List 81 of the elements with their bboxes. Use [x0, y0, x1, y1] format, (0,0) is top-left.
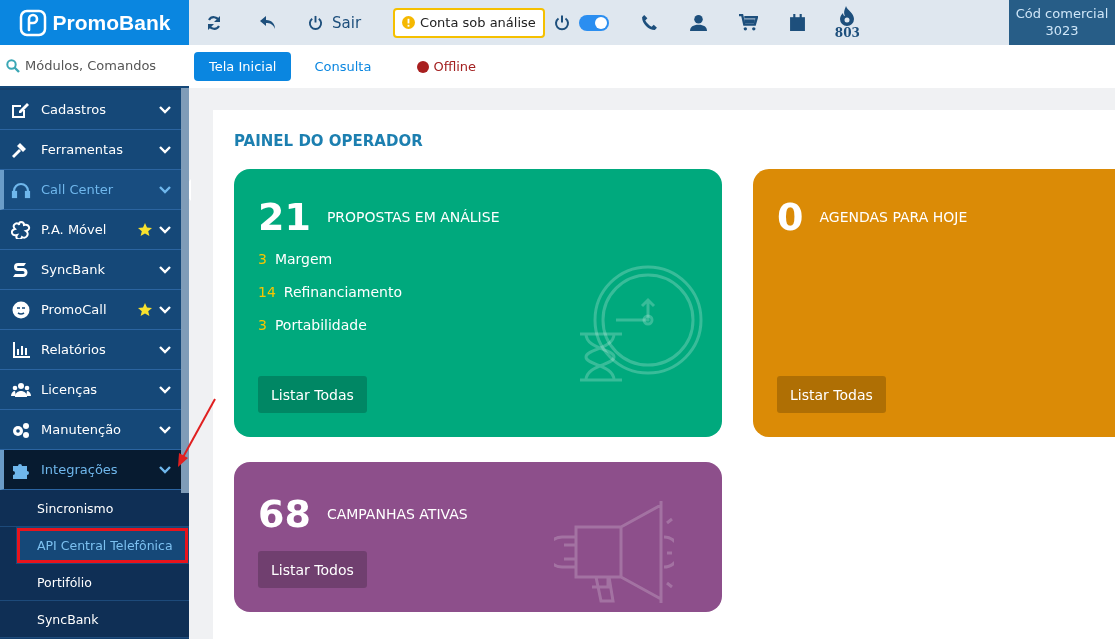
list-all-button[interactable]: Listar Todas [777, 376, 886, 413]
commercial-code-label: Cód comercial [1015, 5, 1109, 23]
logo-icon [18, 8, 47, 37]
line-count: 14 [258, 284, 276, 300]
chevron-down-icon [159, 425, 171, 434]
stat-count: 21 [258, 195, 311, 239]
panel-title: PAINEL DO OPERADOR [234, 132, 424, 150]
status-badge: Conta sob análise [393, 7, 545, 38]
line-count: 3 [258, 251, 267, 267]
menu-item-icon [11, 180, 31, 199]
sidebar-item[interactable]: SyncBank [0, 250, 181, 290]
chevron-down-icon [159, 225, 171, 234]
warning-icon [402, 16, 416, 29]
star-icon [138, 223, 152, 236]
sidebar-item[interactable]: Licenças [0, 370, 181, 410]
search-icon [6, 58, 20, 73]
power-icon [308, 15, 323, 30]
tab[interactable]: Tela Inicial [194, 52, 292, 81]
line-label: Margem [274, 251, 333, 267]
menu-item-icon [11, 420, 31, 439]
submenu-item[interactable]: Portifólio [0, 564, 189, 601]
online-toggle[interactable] [578, 14, 609, 31]
chevron-down-icon [159, 345, 171, 354]
chevron-down-icon [159, 465, 171, 474]
chevron-down-icon [159, 185, 171, 194]
phone-icon[interactable] [640, 14, 658, 31]
line-count: 3 [258, 317, 267, 333]
menu-item-icon [11, 340, 31, 359]
list-all-button[interactable]: Listar Todas [258, 376, 367, 413]
chevron-down-icon [159, 265, 171, 274]
sidebar-item[interactable]: Ferramentas [0, 130, 181, 170]
search-field[interactable]: Módulos, Comandos [23, 57, 187, 74]
sidebar-item-label: Manutenção [41, 422, 123, 437]
menu-item-icon [11, 220, 31, 239]
menu-item-icon [11, 380, 31, 399]
user-icon[interactable] [689, 14, 707, 31]
menu-item-icon [11, 100, 31, 119]
list-all-button[interactable]: Listar Todos [258, 551, 367, 588]
sidebar-item[interactable]: Integrações [0, 450, 181, 490]
menu-item-icon [11, 300, 31, 319]
submenu-item[interactable]: API Central Telefônica [16, 527, 189, 564]
cart-icon[interactable] [738, 14, 758, 31]
stat-count: 68 [258, 492, 311, 536]
chevron-down-icon [159, 105, 171, 114]
refresh-icon[interactable] [206, 14, 222, 31]
power-icon [553, 14, 570, 31]
line-label: Refinanciamento [283, 284, 403, 300]
sidebar-item-label: Relatórios [41, 342, 107, 357]
chevron-down-icon [159, 145, 171, 154]
sidebar-item[interactable]: Manutenção [0, 410, 181, 450]
chevron-down-icon [159, 305, 171, 314]
sidebar-item[interactable]: Relatórios [0, 330, 181, 370]
sidebar-item[interactable]: Cadastros [0, 90, 181, 130]
tab[interactable]: Consulta [299, 52, 387, 81]
sidebar-item-label: Licenças [41, 382, 99, 397]
sidebar-item-label: Ferramentas [41, 142, 124, 157]
clock-hourglass-icon [578, 264, 704, 384]
submenu-item[interactable]: SyncBank [0, 601, 189, 638]
flame-icon [840, 5, 855, 26]
sidebar-item[interactable]: PromoCall [0, 290, 181, 330]
stat-title: AGENDAS PARA HOJE [819, 209, 968, 225]
logo-text: PromoBank [52, 10, 171, 35]
calendar-icon[interactable] [789, 14, 805, 31]
sidebar-item[interactable]: P.A. Móvel [0, 210, 181, 250]
logout-button[interactable]: Sair [308, 13, 362, 32]
commercial-code-value: 3023 [1045, 22, 1079, 40]
stat-count: 0 [777, 195, 804, 239]
sidebar-item-label: SyncBank [41, 262, 106, 277]
sidebar-item-label: P.A. Móvel [41, 222, 108, 237]
sidebar-item-label: Integrações [41, 462, 119, 477]
sidebar-item-label: PromoCall [41, 302, 108, 317]
offline-status-tab[interactable]: Offline [402, 52, 492, 81]
sidebar-item-label: Call Center [41, 182, 115, 197]
stat-title: CAMPANHAS ATIVAS [326, 506, 468, 522]
stat-title: PROPOSTAS EM ANÁLISE [326, 209, 500, 225]
star-icon [138, 303, 152, 316]
sidebar-item-label: Cadastros [41, 102, 107, 117]
flame-counter[interactable]: 803 [834, 5, 860, 40]
undo-icon[interactable] [260, 15, 276, 30]
chevron-down-icon [159, 385, 171, 394]
line-label: Portabilidade [274, 317, 367, 333]
